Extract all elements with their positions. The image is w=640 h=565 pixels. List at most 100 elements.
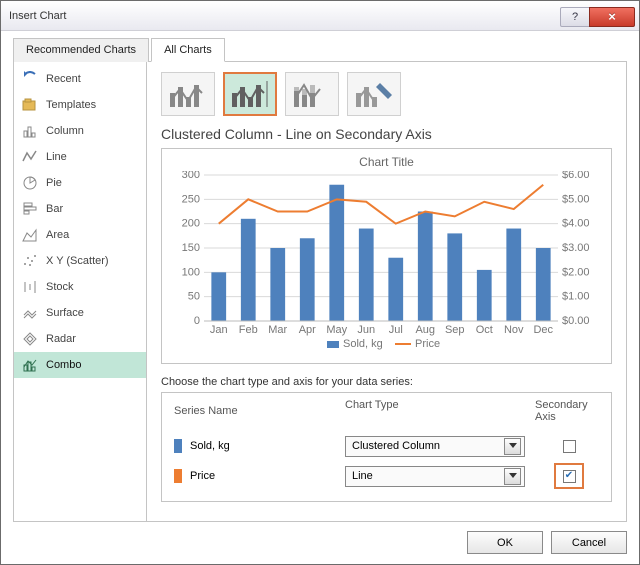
help-button[interactable]: ?: [560, 7, 590, 27]
pie-icon: [22, 175, 38, 191]
sidebar-item-label: Surface: [46, 307, 84, 319]
sidebar-item-label: Line: [46, 151, 67, 163]
chart-type-value: Line: [352, 470, 373, 482]
svg-text:Sep: Sep: [445, 324, 465, 336]
series-row: Price Line: [170, 461, 603, 491]
sidebar-item-combo[interactable]: Combo: [14, 352, 146, 378]
series-name: Sold, kg: [190, 440, 230, 452]
scatter-icon: [22, 253, 38, 269]
titlebar[interactable]: Insert Chart ? ×: [1, 1, 639, 31]
svg-text:May: May: [326, 324, 347, 336]
combo-subtypes: [161, 72, 612, 116]
subtype-3[interactable]: [285, 72, 339, 116]
combo-icon: [22, 357, 38, 373]
templates-icon: [22, 97, 38, 113]
chart-type-select[interactable]: Clustered Column: [345, 436, 525, 457]
chart-category-sidebar: Recent Templates Column Line Pie Bar Are…: [14, 62, 147, 521]
secondary-axis-checkbox[interactable]: [563, 440, 576, 453]
surface-icon: [22, 305, 38, 321]
line-icon: [22, 149, 38, 165]
svg-text:150: 150: [182, 242, 200, 254]
sidebar-item-label: Recent: [46, 73, 81, 85]
series-name: Price: [190, 470, 215, 482]
column-icon: [22, 123, 38, 139]
svg-text:Jun: Jun: [357, 324, 375, 336]
insert-chart-dialog: Insert Chart ? × Recommended Charts All …: [0, 0, 640, 565]
svg-text:Price: Price: [415, 338, 440, 350]
sidebar-item-surface[interactable]: Surface: [14, 300, 146, 326]
sidebar-item-scatter[interactable]: X Y (Scatter): [14, 248, 146, 274]
sidebar-item-label: Column: [46, 125, 84, 137]
sidebar-item-label: Pie: [46, 177, 62, 189]
svg-text:200: 200: [182, 218, 200, 230]
sidebar-item-label: Templates: [46, 99, 96, 111]
sidebar-item-line[interactable]: Line: [14, 144, 146, 170]
series-config: Series Name Chart Type Secondary Axis So…: [161, 392, 612, 502]
tab-recommended[interactable]: Recommended Charts: [13, 38, 149, 62]
svg-text:Feb: Feb: [239, 324, 258, 336]
chart-type-value: Clustered Column: [352, 440, 440, 452]
ok-button[interactable]: OK: [467, 531, 543, 554]
sidebar-item-recent[interactable]: Recent: [14, 66, 146, 92]
sidebar-item-label: Stock: [46, 281, 74, 293]
subtype-1[interactable]: [161, 72, 215, 116]
close-button[interactable]: ×: [589, 7, 635, 27]
tabs: Recommended Charts All Charts: [13, 37, 627, 62]
sidebar-item-pie[interactable]: Pie: [14, 170, 146, 196]
subtype-title: Clustered Column - Line on Secondary Axi…: [161, 126, 612, 142]
tab-all-charts[interactable]: All Charts: [151, 38, 225, 62]
svg-text:$2.00: $2.00: [562, 266, 590, 278]
sidebar-item-label: Area: [46, 229, 69, 241]
sidebar-item-templates[interactable]: Templates: [14, 92, 146, 118]
svg-text:Oct: Oct: [476, 324, 493, 336]
secondary-axis-checkbox[interactable]: [563, 470, 576, 483]
cancel-button[interactable]: Cancel: [551, 531, 627, 554]
sidebar-item-label: Combo: [46, 359, 81, 371]
svg-text:$0.00: $0.00: [562, 315, 590, 327]
svg-text:Jan: Jan: [210, 324, 228, 336]
sidebar-item-label: Radar: [46, 333, 76, 345]
radar-icon: [22, 331, 38, 347]
combo-chart: 050100150200250300$0.00$1.00$2.00$3.00$4…: [168, 171, 596, 359]
svg-text:Apr: Apr: [299, 324, 316, 336]
svg-text:Dec: Dec: [533, 324, 553, 336]
svg-text:0: 0: [194, 315, 200, 327]
sidebar-item-label: X Y (Scatter): [46, 255, 109, 267]
series-swatch: [174, 439, 182, 453]
svg-text:$4.00: $4.00: [562, 218, 590, 230]
subtype-4-custom[interactable]: [347, 72, 401, 116]
chart-title: Chart Title: [168, 155, 605, 169]
subtype-2-active[interactable]: [223, 72, 277, 116]
chart-preview: Chart Title 050100150200250300$0.00$1.00…: [161, 148, 612, 364]
svg-text:Aug: Aug: [415, 324, 435, 336]
header-chart-type: Chart Type: [345, 399, 535, 423]
bar-icon: [22, 201, 38, 217]
svg-text:50: 50: [188, 291, 200, 303]
svg-text:Jul: Jul: [389, 324, 403, 336]
recent-icon: [22, 71, 38, 87]
svg-text:100: 100: [182, 266, 200, 278]
dropdown-arrow-icon: [504, 438, 521, 455]
svg-text:$1.00: $1.00: [562, 291, 590, 303]
svg-text:Sold, kg: Sold, kg: [343, 338, 383, 350]
series-row: Sold, kg Clustered Column: [170, 431, 603, 461]
dropdown-arrow-icon: [504, 468, 521, 485]
svg-text:Mar: Mar: [268, 324, 287, 336]
series-caption: Choose the chart type and axis for your …: [161, 376, 612, 388]
area-icon: [22, 227, 38, 243]
svg-text:Nov: Nov: [504, 324, 524, 336]
window-title: Insert Chart: [9, 10, 66, 22]
sidebar-item-radar[interactable]: Radar: [14, 326, 146, 352]
sidebar-item-label: Bar: [46, 203, 63, 215]
svg-text:300: 300: [182, 171, 200, 181]
sidebar-item-bar[interactable]: Bar: [14, 196, 146, 222]
header-secondary-axis: Secondary Axis: [535, 399, 603, 423]
header-series-name: Series Name: [170, 399, 345, 423]
sidebar-item-column[interactable]: Column: [14, 118, 146, 144]
sidebar-item-stock[interactable]: Stock: [14, 274, 146, 300]
stock-icon: [22, 279, 38, 295]
svg-text:$6.00: $6.00: [562, 171, 590, 181]
sidebar-item-area[interactable]: Area: [14, 222, 146, 248]
chart-type-select[interactable]: Line: [345, 466, 525, 487]
series-swatch: [174, 469, 182, 483]
